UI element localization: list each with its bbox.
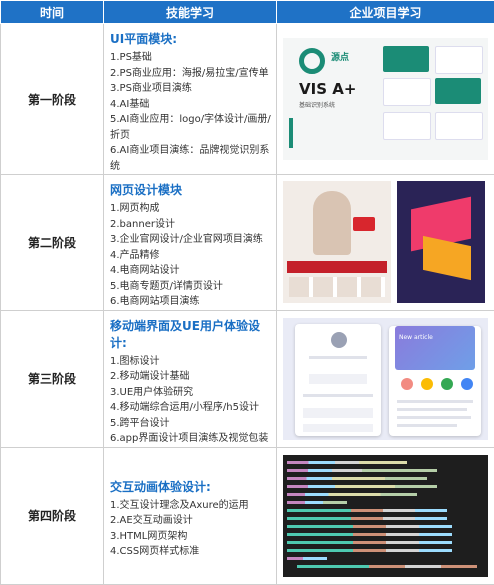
brand-identity-image: 源点 VIS A+ 基础识别系统 xyxy=(283,38,488,160)
text-line xyxy=(397,400,473,403)
skill-item: 4.CSS网页样式标准 xyxy=(110,544,272,560)
curriculum-table: 时间 技能学习 企业项目学习 第一阶段 UI平面模块: 1.PS基础 2.PS商… xyxy=(0,0,494,585)
skill-item: 2.PS商业应用：海报/易拉宝/宣传单 xyxy=(110,66,272,82)
model-figure xyxy=(313,191,351,255)
header-projects: 企业项目学习 xyxy=(277,1,494,24)
skill-item: 3.UE用户体验研究 xyxy=(110,385,272,401)
stage-label: 第三阶段 xyxy=(1,310,104,447)
text-line xyxy=(303,394,373,397)
header-skills: 技能学习 xyxy=(104,1,277,24)
skills-cell: 移动端界面及UE用户体验设计: 1.图标设计 2.移动端设计基础 3.UE用户体… xyxy=(104,310,277,447)
color-dot xyxy=(401,378,413,390)
code-line xyxy=(287,461,407,464)
skill-item: 4.移动端综合运用/小程序/h5设计 xyxy=(110,400,272,416)
skill-item: 4.电商网站设计 xyxy=(110,263,272,279)
code-line xyxy=(287,469,437,472)
table-row: 第一阶段 UI平面模块: 1.PS基础 2.PS商业应用：海报/易拉宝/宣传单 … xyxy=(1,24,494,175)
skill-item: 2.移动端设计基础 xyxy=(110,369,272,385)
skill-item: 6.AI商业项目演练：品牌视觉识别系统 xyxy=(110,143,272,174)
header-time: 时间 xyxy=(1,1,104,24)
business-card xyxy=(435,78,481,104)
promo-badge xyxy=(353,217,375,231)
vis-headline: VIS A+ xyxy=(299,80,356,98)
skill-item: 2.banner设计 xyxy=(110,217,272,233)
color-dot xyxy=(441,378,453,390)
skill-item: 1.图标设计 xyxy=(110,354,272,370)
business-card xyxy=(383,112,431,140)
stage-label: 第二阶段 xyxy=(1,175,104,311)
stat-row xyxy=(309,374,367,384)
module-title: 网页设计模块 xyxy=(110,181,272,198)
coupon-strip xyxy=(287,261,387,273)
code-line xyxy=(287,493,417,496)
color-dot xyxy=(421,378,433,390)
code-line xyxy=(287,557,327,560)
product-tiles xyxy=(289,277,385,297)
text-line xyxy=(309,356,367,359)
list-item xyxy=(303,424,373,432)
skill-item: 3.企业官网设计/企业官网项目演练 xyxy=(110,232,272,248)
skill-item: 5.AI商业应用：logo/字体设计/画册/折页 xyxy=(110,112,272,143)
skill-item: 6.电商网站项目演练 xyxy=(110,294,272,310)
skills-cell: 网页设计模块 1.网页构成 2.banner设计 3.企业官网设计/企业官网项目… xyxy=(104,175,277,311)
code-line xyxy=(287,525,452,528)
module-title: UI平面模块: xyxy=(110,30,272,47)
business-card xyxy=(383,46,429,72)
table-header-row: 时间 技能学习 企业项目学习 xyxy=(1,1,494,24)
business-card xyxy=(435,46,483,74)
avatar xyxy=(331,332,347,348)
code-line xyxy=(287,485,437,488)
text-line xyxy=(397,416,471,419)
skill-item: 4.产品精修 xyxy=(110,248,272,264)
skills-cell: UI平面模块: 1.PS基础 2.PS商业应用：海报/易拉宝/宣传单 3.PS商… xyxy=(104,24,277,175)
decor-bar xyxy=(289,118,293,148)
phone-profile-screen xyxy=(295,324,381,436)
list-item xyxy=(303,408,373,418)
table-row: 第二阶段 网页设计模块 1.网页构成 2.banner设计 3.企业官网设计/企… xyxy=(1,175,494,311)
skill-item: 3.HTML网页架构 xyxy=(110,529,272,545)
skill-item: 2.AE交互动画设计 xyxy=(110,513,272,529)
mobile-ui-image: New article xyxy=(283,318,488,440)
code-editor-image xyxy=(283,455,488,577)
code-line xyxy=(287,477,427,480)
code-line xyxy=(287,501,347,504)
color-dot xyxy=(461,378,473,390)
stage-label: 第一阶段 xyxy=(1,24,104,175)
business-card xyxy=(383,78,431,106)
text-line xyxy=(397,424,457,427)
phone-article-screen: New article xyxy=(389,326,481,436)
skill-item: 5.跨平台设计 xyxy=(110,416,272,432)
skill-item: 1.交互设计理念及Axure的运用 xyxy=(110,498,272,514)
code-line xyxy=(287,541,452,544)
module-title: 交互动画体验设计: xyxy=(110,478,272,495)
code-line xyxy=(287,517,447,520)
phone-title: New article xyxy=(399,334,433,341)
code-line xyxy=(287,509,447,512)
project-image-cell xyxy=(277,175,494,311)
table-row: 第三阶段 移动端界面及UE用户体验设计: 1.图标设计 2.移动端设计基础 3.… xyxy=(1,310,494,447)
logo-icon xyxy=(299,48,325,74)
web-design-image xyxy=(283,181,488,303)
business-card xyxy=(435,112,483,140)
module-title: 移动端界面及UE用户体验设计: xyxy=(110,317,272,351)
skill-item: 4.AI基础 xyxy=(110,97,272,113)
logo-text: 源点 xyxy=(331,50,349,63)
vis-caption: 基础识别系统 xyxy=(299,100,335,109)
table-row: 第四阶段 交互动画体验设计: 1.交互设计理念及Axure的运用 2.AE交互动… xyxy=(1,447,494,584)
skill-item: 6.app界面设计项目演练及视觉包装 xyxy=(110,431,272,447)
text-line xyxy=(397,408,467,411)
project-image-cell xyxy=(277,447,494,584)
skill-item: 1.网页构成 xyxy=(110,201,272,217)
code-line xyxy=(297,565,477,568)
skills-cell: 交互动画体验设计: 1.交互设计理念及Axure的运用 2.AE交互动画设计 3… xyxy=(104,447,277,584)
skill-item: 5.电商专题页/详情页设计 xyxy=(110,279,272,295)
project-image-cell: 源点 VIS A+ 基础识别系统 xyxy=(277,24,494,175)
code-line xyxy=(287,549,452,552)
code-line xyxy=(287,533,452,536)
phone-header xyxy=(395,326,475,370)
project-image-cell: New article xyxy=(277,310,494,447)
skill-item: 3.PS商业项目演练 xyxy=(110,81,272,97)
skill-item: 1.PS基础 xyxy=(110,50,272,66)
stage-label: 第四阶段 xyxy=(1,447,104,584)
